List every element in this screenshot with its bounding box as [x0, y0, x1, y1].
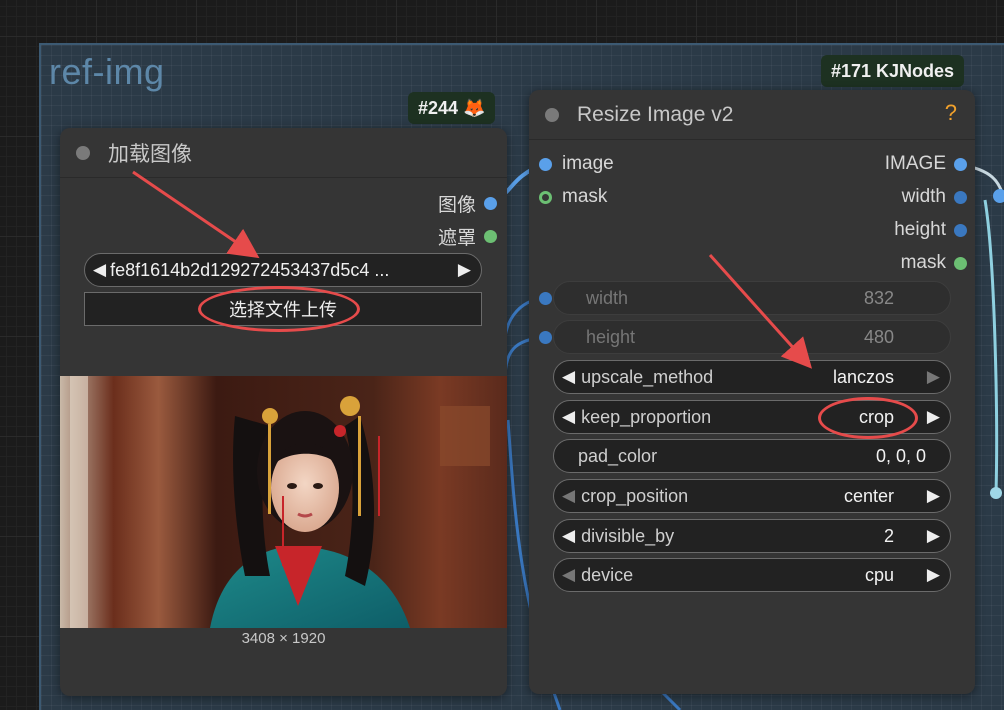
- annotation-arrows: [132, 170, 813, 369]
